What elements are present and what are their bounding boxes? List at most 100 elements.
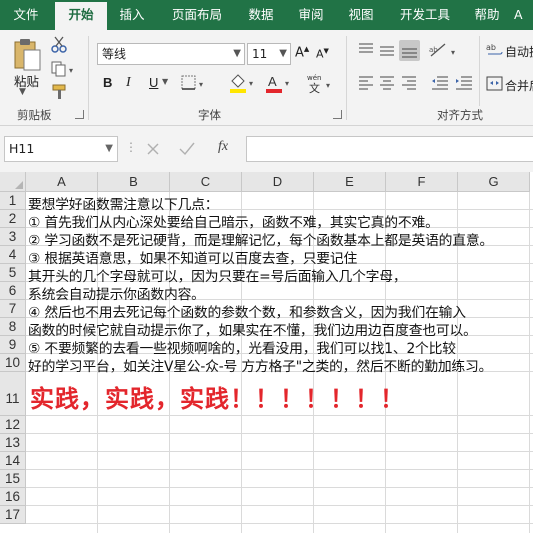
increase-font-size-icon[interactable]: A▲ [295,45,309,60]
enter-icon[interactable] [188,142,202,156]
gridline [26,451,533,452]
align-left-icon[interactable] [357,74,375,92]
ribbon-tab-bar: 文件 开始 插入 页面布局 数据 审阅 视图 开发工具 帮助 A [0,0,533,30]
cut-icon[interactable] [50,36,68,54]
row-header[interactable]: 10 [0,354,26,372]
merge-center-icon[interactable] [486,75,504,93]
decrease-indent-icon[interactable] [430,74,450,92]
row-header[interactable]: 15 [0,470,26,488]
row-header[interactable]: 12 [0,416,26,434]
cell-a10[interactable]: 好的学习平台，如关注V星公-众-号 方方格子"之类的，然后不断的勤加练习。 [28,355,492,375]
cell-a3[interactable]: ② 学习函数不是死记硬背，而是理解记忆，每个函数基本上都是英语的直意。 [28,229,493,249]
formula-input[interactable] [246,136,533,162]
tab-developer[interactable]: 开发工具 [390,0,460,30]
wrap-text-label[interactable]: 自动换 [505,43,533,60]
group-separator [479,36,480,106]
column-header-d[interactable]: D [242,172,314,192]
tab-home[interactable]: 开始 [55,2,107,30]
paste-icon[interactable] [12,36,42,74]
tab-insert[interactable]: 插入 [108,0,156,30]
borders-icon[interactable]: ▾ [180,74,208,92]
wrap-text-icon[interactable]: ab [486,41,504,59]
tab-more[interactable]: A [514,0,533,30]
name-box[interactable]: H11 ▼ [4,136,118,162]
underline-dropdown-icon[interactable]: ▼ [162,77,168,86]
increase-indent-icon[interactable] [454,74,474,92]
bold-button[interactable]: B [103,75,112,90]
row-header[interactable]: 8 [0,318,26,336]
tab-file[interactable]: 文件 [0,0,52,30]
column-header-f[interactable]: F [386,172,458,192]
chevron-down-icon: ▼ [233,48,241,59]
row-header[interactable]: 17 [0,506,26,524]
gridline [26,505,533,506]
format-painter-icon[interactable] [50,83,70,101]
align-center-icon[interactable] [378,74,396,92]
font-color-icon[interactable]: A ▾ [264,72,294,94]
orientation-icon[interactable]: ab ▾ [427,40,461,60]
cancel-icon[interactable] [158,142,172,156]
bottom-align-icon[interactable] [399,40,420,61]
cell-a6[interactable]: 系统会自动提示你函数内容。 [28,283,205,303]
gridline [26,415,533,416]
svg-text:ab: ab [486,43,496,52]
middle-align-icon[interactable] [378,41,396,59]
align-right-icon[interactable] [400,74,418,92]
cell-a7[interactable]: ④ 然后也不用去死记每个函数的参数个数，和参数含义，因为我们在输入 [28,301,466,321]
merge-center-label[interactable]: 合并后 [505,77,533,94]
row-header[interactable]: 16 [0,488,26,506]
row-header[interactable]: 7 [0,300,26,318]
row-header[interactable]: 4 [0,246,26,264]
row-header[interactable]: 14 [0,452,26,470]
column-header-a[interactable]: A [26,172,98,192]
svg-text:A: A [268,74,277,89]
svg-text:文: 文 [309,81,320,94]
row-header[interactable]: 1 [0,192,26,210]
gridline [26,433,533,434]
paste-dropdown-icon[interactable]: ▼ [19,87,26,97]
decrease-font-size-icon[interactable]: A▼ [316,47,329,61]
cell-a11[interactable]: 实践，实践，实践！！！！！！！ [30,379,405,414]
tab-page-layout[interactable]: 页面布局 [160,0,234,30]
svg-text:ab: ab [429,46,438,54]
tab-review[interactable]: 审阅 [288,0,334,30]
cell-a2[interactable]: ① 首先我们从内心深处要给自己暗示，函数不难，其实它真的不难。 [28,211,439,231]
row-header[interactable]: 5 [0,264,26,282]
cell-a5[interactable]: 其开头的几个字母就可以，因为只要在=号后面输入几个字母， [28,265,407,285]
row-header[interactable]: 11 [0,372,26,416]
underline-button[interactable]: U [149,75,158,90]
row-header[interactable]: 3 [0,228,26,246]
top-align-icon[interactable] [357,41,375,59]
tab-help[interactable]: 帮助 [466,0,508,30]
fill-color-icon[interactable]: ▾ [228,72,258,94]
svg-text:▾: ▾ [451,48,455,57]
column-header-e[interactable]: E [314,172,386,192]
paste-label[interactable]: 粘贴 [14,71,39,90]
row-header[interactable]: 13 [0,434,26,452]
clipboard-dialog-launcher-icon[interactable] [75,110,84,119]
cell-a8[interactable]: 函数的时候它就自动提示你了，如果实在不懂，我们边用边百度查也可以。 [28,319,477,339]
font-dialog-launcher-icon[interactable] [333,110,342,119]
column-header-g[interactable]: G [458,172,530,192]
select-all-button[interactable] [0,172,26,192]
worksheet-grid[interactable]: A B C D E F G 1 2 3 4 5 6 7 8 9 10 11 12… [0,172,533,533]
column-header-c[interactable]: C [170,172,242,192]
phonetic-guide-icon[interactable]: wén 文 ▾ [306,72,334,95]
column-header-b[interactable]: B [98,172,170,192]
row-header[interactable]: 9 [0,336,26,354]
copy-icon[interactable]: ▾ [50,60,76,78]
svg-text:wén: wén [307,74,321,82]
formula-bar-grip-icon[interactable]: ⋮ [125,140,137,154]
italic-button[interactable]: I [126,75,131,91]
font-size-select[interactable]: 11 ▼ [247,43,291,65]
font-name-select[interactable]: 等线 ▼ [97,43,245,65]
chevron-down-icon: ▼ [105,143,113,154]
row-header[interactable]: 6 [0,282,26,300]
row-header[interactable]: 2 [0,210,26,228]
cell-a1[interactable]: 要想学好函数需注意以下几点： [28,193,219,213]
cell-a4[interactable]: ③ 根据英语意思，如果不知道可以百度去查，只要记住 [28,247,357,267]
tab-view[interactable]: 视图 [338,0,384,30]
cell-a9[interactable]: ⑤ 不要频繁的去看一些视频啊啥的，光看没用，我们可以找1、2个比较 [28,337,456,357]
insert-function-button[interactable]: fx [218,139,228,155]
tab-data[interactable]: 数据 [238,0,284,30]
